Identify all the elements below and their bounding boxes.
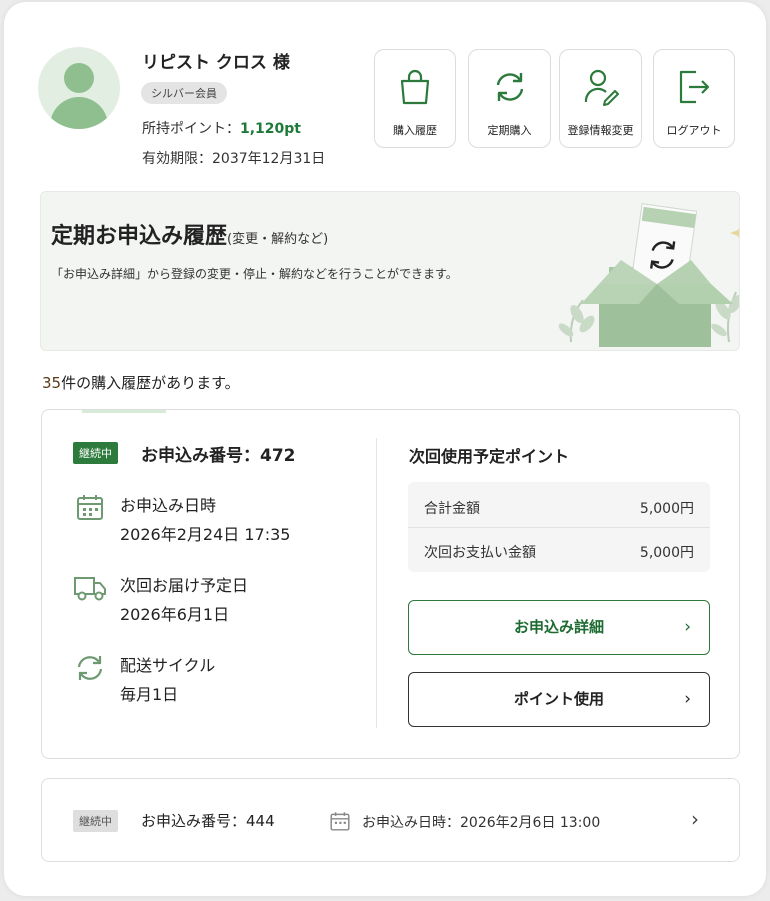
page: リピスト クロス 様 シルバー会員 所持ポイント：1,120pt 有効期限：20…	[4, 2, 766, 896]
delivery-cycle-value: 毎月1日	[120, 685, 179, 704]
status-badge: 継続中	[73, 810, 118, 832]
nav-label: 定期購入	[487, 124, 532, 137]
card-accent-line	[82, 410, 166, 413]
points-value: 1,120pt	[240, 121, 301, 137]
avatar	[38, 47, 120, 129]
next-delivery-label: 次回お届け予定日	[120, 576, 249, 595]
order-detail-label: お申込み詳細	[513, 618, 604, 636]
nav-logout-button[interactable]: ログアウト	[653, 49, 735, 148]
total-amount-row: 合計金額 5,000円	[424, 484, 694, 528]
points-line: 所持ポイント：1,120pt	[142, 118, 301, 138]
subscription-banner: 定期お申込み履歴(変更・解約など) 「お申込み詳細」から登録の変更・停止・解約な…	[40, 191, 740, 351]
status-badge: 継続中	[73, 442, 118, 464]
subscription-box-illustration	[558, 203, 739, 347]
order-date-label: お申込み日時	[120, 496, 217, 515]
order-number: お申込み番号：444	[141, 812, 275, 830]
banner-description: 「お申込み詳細」から登録の変更・停止・解約などを行うことができます。	[51, 267, 458, 281]
use-points-button[interactable]: ポイント使用 ›	[408, 672, 710, 727]
use-points-label: ポイント使用	[513, 690, 604, 708]
nav-subscription-button[interactable]: 定期購入	[468, 49, 551, 148]
member-rank-badge: シルバー会員	[141, 82, 227, 104]
amount-summary: 合計金額 5,000円 次回お支払い金額 5,000円	[408, 482, 710, 572]
banner-subtitle: (変更・解約など)	[227, 232, 329, 247]
order-number: お申込み番号：472	[141, 446, 296, 466]
chevron-right-icon: ›	[684, 617, 691, 637]
order-date: お申込み日時：2026年2月6日 13:00	[362, 815, 601, 831]
history-count-number: 35	[42, 374, 62, 392]
delivery-cycle-label: 配送サイクル	[120, 656, 216, 675]
order-detail-button[interactable]: お申込み詳細 ›	[408, 600, 710, 655]
calendar-icon	[330, 812, 350, 831]
next-payment-value: 5,000円	[639, 545, 694, 561]
nav-edit-profile-button[interactable]: 登録情報変更	[559, 49, 642, 148]
calendar-icon	[77, 495, 103, 520]
nav-label: 購入履歴	[393, 124, 437, 137]
user-name: リピスト クロス 様	[142, 53, 290, 73]
nav-purchase-history-button[interactable]: 購入履歴	[374, 49, 456, 148]
next-delivery-value: 2026年6月1日	[120, 605, 230, 624]
banner-title-text: 定期お申込み履歴	[51, 224, 228, 249]
cycle-icon	[77, 656, 103, 680]
nav-label: ログアウト	[666, 124, 722, 137]
logout-icon	[679, 70, 710, 104]
shopping-bag-icon	[400, 69, 430, 105]
banner-title: 定期お申込み履歴(変更・解約など)	[51, 218, 328, 250]
order-date-value: 2026年2月24日 17:35	[120, 525, 291, 544]
next-payment-row: 次回お支払い金額 5,000円	[424, 528, 694, 572]
nav-label: 登録情報変更	[567, 124, 634, 137]
history-count-suffix: 件の購入履歴があります。	[61, 374, 240, 392]
subscription-order-card: 継続中 お申込み番号：472 お申込み日時 2026年2月24日 17:35 次…	[41, 409, 740, 759]
points-expiry: 有効期限：2037年12月31日	[142, 151, 326, 167]
total-amount-value: 5,000円	[639, 501, 694, 517]
next-points-title: 次回使用予定ポイント	[409, 447, 570, 466]
subscription-order-row[interactable]: 継続中 お申込み番号：444 お申込み日時：2026年2月6日 13:00 ›	[41, 778, 740, 862]
points-label: 所持ポイント：	[142, 121, 240, 137]
chevron-right-icon[interactable]: ›	[691, 807, 699, 831]
user-edit-icon	[584, 69, 619, 106]
history-count-text: 35件の購入履歴があります。	[42, 372, 240, 393]
chevron-right-icon: ›	[684, 689, 691, 709]
refresh-cycle-icon	[496, 73, 523, 101]
next-payment-label: 次回お支払い金額	[424, 545, 536, 561]
total-amount-label: 合計金額	[424, 501, 480, 517]
card-divider	[376, 438, 377, 728]
delivery-truck-icon	[74, 577, 106, 601]
